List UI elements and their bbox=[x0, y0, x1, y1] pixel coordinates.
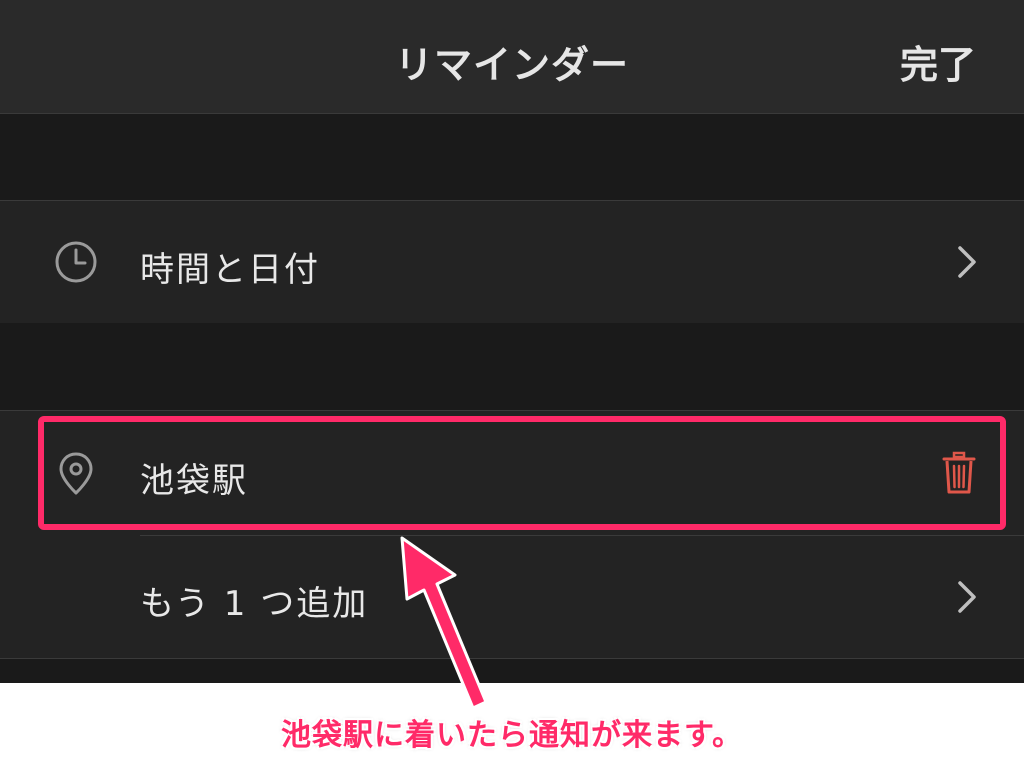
done-button[interactable]: 完了 bbox=[900, 34, 976, 89]
chevron-right-icon bbox=[958, 581, 976, 613]
time-date-row[interactable]: 時間と日付 bbox=[0, 200, 1024, 324]
section-gap bbox=[0, 114, 1024, 200]
page-title: リマインダー bbox=[394, 43, 629, 87]
reminder-screen: リマインダー 完了 時間と日付 池袋駅 もう 1 つ追加 bbox=[0, 0, 1024, 683]
clock-icon bbox=[55, 241, 97, 283]
navigation-bar: リマインダー 完了 bbox=[0, 0, 1024, 114]
section-divider bbox=[0, 658, 1024, 659]
time-date-label: 時間と日付 bbox=[140, 250, 320, 290]
add-another-label: もう 1 つ追加 bbox=[140, 584, 369, 624]
add-another-row[interactable]: もう 1 つ追加 bbox=[0, 536, 1024, 659]
chevron-right-icon bbox=[958, 246, 976, 278]
highlight-box bbox=[38, 416, 1006, 530]
section-gap bbox=[0, 323, 1024, 410]
annotation-caption: 池袋駅に着いたら通知が来ます。 bbox=[281, 718, 743, 753]
